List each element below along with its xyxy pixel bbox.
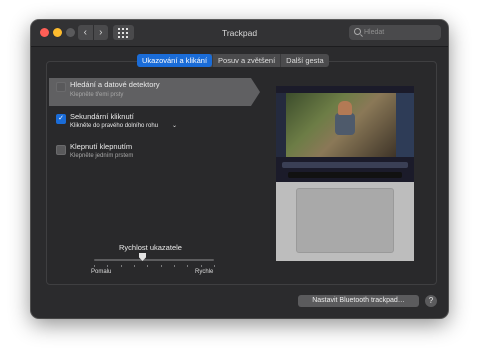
tab-more-gestures[interactable]: Další gesta (280, 54, 329, 67)
tab-point-and-click[interactable]: Ukazování a klikání (137, 54, 213, 67)
slider-min-label: Pomalu (91, 269, 112, 275)
slider-tick (187, 265, 188, 267)
preview-dock (282, 162, 408, 168)
slider-tick (107, 265, 108, 267)
slider-tick (161, 265, 162, 267)
option-lookup-subtitle: Klepněte třemi prsty (70, 92, 124, 98)
tab-scroll-and-zoom[interactable]: Posuv a zvětšení (212, 54, 280, 67)
tab-bar: Ukazování a klikání Posuv a zvětšení Dal… (137, 54, 329, 67)
option-tap-to-click-subtitle: Klepněte jedním prstem (70, 153, 134, 159)
title-bar: ‹ › Trackpad Hledat (31, 20, 448, 47)
chevron-down-icon[interactable]: ⌄ (172, 122, 177, 129)
preview-trackpad (296, 188, 394, 253)
slider-tick (121, 265, 122, 267)
option-secondary-click-subtitle[interactable]: Klikněte do pravého dolního rohu (70, 123, 158, 129)
slider-tick (201, 265, 202, 267)
setup-bluetooth-trackpad-button[interactable]: Nastavit Bluetooth trackpad… (298, 295, 419, 307)
preview-touch-bar (288, 172, 402, 178)
slider-tick (134, 265, 135, 267)
option-tap-to-click-title[interactable]: Klepnutí klepnutím (70, 142, 132, 151)
system-preferences-window: ‹ › Trackpad Hledat Ukazování a klikání … (31, 20, 448, 318)
pointer-speed-label: Rychlost ukazatele (119, 243, 182, 252)
preview-sidebar (276, 93, 286, 157)
option-secondary-click-title[interactable]: Sekundární kliknutí (70, 112, 134, 121)
secondary-click-checkbox[interactable]: ✓ (56, 114, 66, 124)
gesture-preview-video (276, 86, 414, 261)
pointer-speed-slider[interactable] (94, 259, 214, 261)
slider-max-label: Rychle (195, 269, 214, 275)
slider-tick (147, 265, 148, 267)
tap-to-click-checkbox[interactable] (56, 145, 66, 155)
slider-tick (174, 265, 175, 267)
preview-right-panel (396, 93, 414, 157)
search-input[interactable]: Hledat (349, 25, 441, 40)
slider-tick (94, 265, 95, 267)
search-placeholder: Hledat (364, 29, 385, 36)
preview-person-head (338, 101, 352, 115)
selection-arrow (251, 78, 260, 106)
preview-person-body (335, 113, 355, 135)
help-button[interactable]: ? (425, 295, 437, 307)
option-lookup-title[interactable]: Hledání a datové detektory (70, 80, 160, 89)
lookup-checkbox[interactable] (56, 82, 66, 92)
search-icon (354, 28, 361, 35)
slider-tick (214, 265, 215, 267)
